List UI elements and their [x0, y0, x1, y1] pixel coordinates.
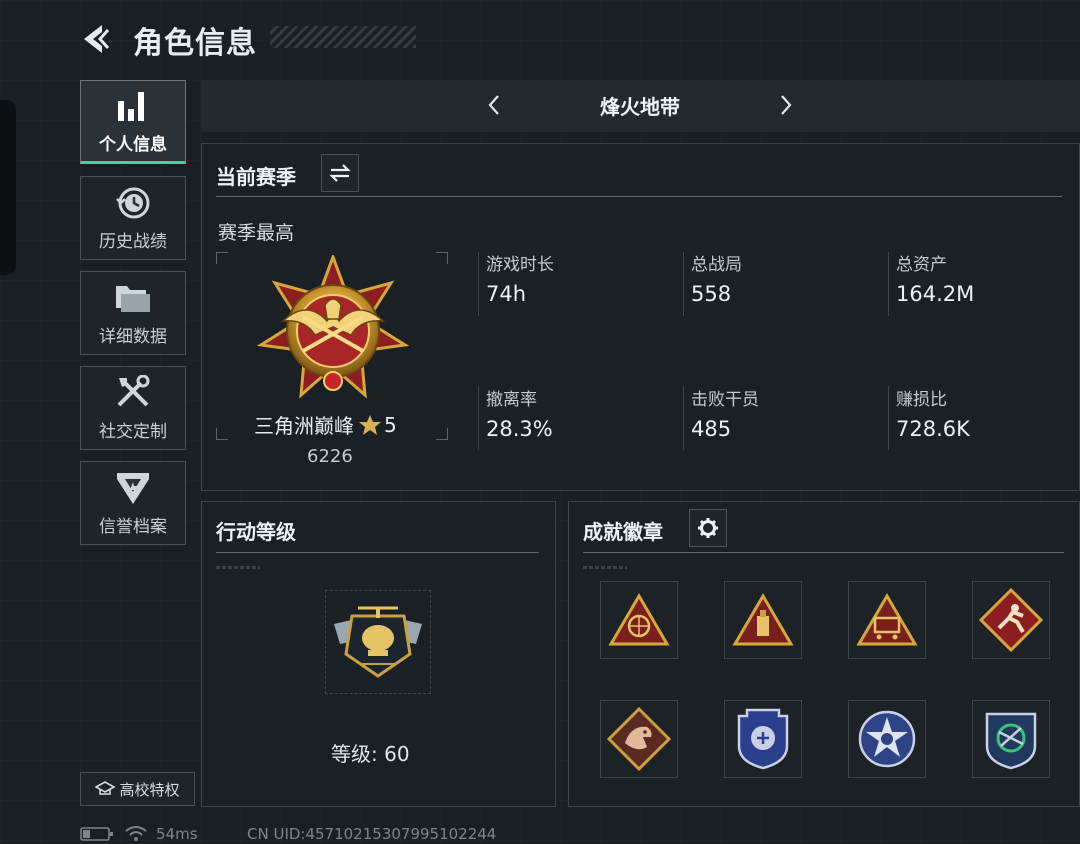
- badge-slot[interactable]: [724, 581, 802, 659]
- school-privilege-button[interactable]: 高校特权: [80, 772, 195, 806]
- back-arrow-icon[interactable]: [78, 22, 112, 56]
- badge-slot[interactable]: [972, 581, 1050, 659]
- circuit-shield-badge-icon: [985, 712, 1037, 770]
- stat-value-profit-ratio: 728.6K: [896, 417, 970, 441]
- battery-icon: [80, 827, 113, 841]
- wifi-icon: [125, 826, 147, 841]
- decoration: [216, 566, 260, 569]
- season-panel-title: 当前赛季: [216, 165, 296, 189]
- sidebar-item-label: 历史战绩: [99, 231, 167, 252]
- stat-divider: [683, 386, 684, 450]
- page-title: 角色信息: [133, 26, 257, 61]
- sidebar-item-label: 社交定制: [99, 421, 167, 442]
- stat-label-kills: 击败干员: [691, 390, 759, 410]
- badge-slot[interactable]: [600, 700, 678, 778]
- season-name: 烽火地带: [600, 95, 680, 119]
- sidebar-item-label: 个人信息: [99, 134, 167, 155]
- chevron-left-icon[interactable]: [484, 90, 504, 120]
- frame-corner: [436, 428, 448, 440]
- rank-stars: 5: [384, 412, 397, 437]
- season-best-label: 赛季最高: [218, 222, 295, 244]
- level-value: 60: [384, 742, 410, 766]
- school-privilege-label: 高校特权: [119, 780, 180, 799]
- stat-label-assets: 总资产: [896, 255, 947, 275]
- device-edge: [0, 100, 16, 275]
- badge-settings-button[interactable]: [689, 509, 727, 547]
- cart-triangle-badge-icon: [856, 593, 918, 646]
- stat-divider: [478, 386, 479, 450]
- user-uid: CN UID:45710215307995102244: [247, 825, 497, 843]
- skull-star-badge-icon: [858, 710, 916, 768]
- star-icon: [359, 414, 381, 435]
- tools-icon: [113, 374, 153, 411]
- ping-value: 54ms: [156, 825, 198, 843]
- stat-divider: [888, 252, 889, 316]
- stat-label-extract-rate: 撤离率: [486, 390, 537, 410]
- divider: [583, 552, 1064, 553]
- rank-name: 三角洲巅峰: [254, 414, 354, 438]
- stat-value-playtime: 74h: [486, 282, 527, 306]
- sidebar-item-credit[interactable]: 信誉档案: [80, 461, 186, 545]
- sidebar-item-history[interactable]: 历史战绩: [80, 176, 186, 260]
- stat-label-profit-ratio: 赚损比: [896, 390, 947, 410]
- rank-medal-emblem: [256, 255, 410, 399]
- history-clock-icon: [113, 185, 153, 221]
- gear-icon: [698, 518, 718, 538]
- runner-diamond-badge-icon: [979, 588, 1043, 652]
- sidebar-item-detail-data[interactable]: 详细数据: [80, 271, 186, 355]
- rank-points: 6226: [307, 446, 353, 467]
- usb-triangle-badge-icon: [732, 593, 794, 646]
- badge-slot[interactable]: [972, 700, 1050, 778]
- badge-slot[interactable]: [600, 581, 678, 659]
- shield-emblem-icon: [113, 470, 153, 506]
- sidebar-item-label: 详细数据: [99, 326, 167, 347]
- rank-title: 三角洲巅峰 5: [254, 410, 397, 439]
- level-label: 等级:: [331, 742, 378, 766]
- frame-corner: [436, 252, 448, 264]
- divider: [216, 552, 539, 553]
- bar-chart-icon: [113, 88, 153, 124]
- helicopter-emblem: [334, 606, 422, 678]
- stat-value-matches: 558: [691, 282, 732, 306]
- stat-value-assets: 164.2M: [896, 282, 975, 306]
- stat-label-playtime: 游戏时长: [486, 255, 554, 275]
- level-display: 等级: 60: [331, 738, 410, 767]
- chevron-right-icon[interactable]: [776, 90, 796, 120]
- frame-corner: [216, 428, 228, 440]
- sidebar-item-personal-info[interactable]: 个人信息: [80, 80, 186, 164]
- level-panel-title: 行动等级: [216, 520, 296, 544]
- badge-slot[interactable]: [848, 700, 926, 778]
- badge-slot[interactable]: [724, 700, 802, 778]
- stat-value-extract-rate: 28.3%: [486, 417, 553, 441]
- badge-slot[interactable]: [848, 581, 926, 659]
- stat-divider: [683, 252, 684, 316]
- stat-label-matches: 总战局: [691, 255, 742, 275]
- graduation-cap-icon: [95, 781, 116, 795]
- dragon-diamond-badge-icon: [607, 707, 671, 771]
- stat-divider: [888, 386, 889, 450]
- divider: [216, 196, 1062, 197]
- swap-arrows-icon: [329, 164, 351, 182]
- sidebar-item-social[interactable]: 社交定制: [80, 366, 186, 450]
- folders-icon: [113, 280, 153, 316]
- police-shield-badge-icon: [737, 708, 789, 770]
- decoration: [583, 566, 627, 569]
- title-decoration: [270, 26, 416, 48]
- frame-corner: [216, 252, 228, 264]
- sidebar-item-label: 信誉档案: [99, 516, 167, 537]
- badges-panel-title: 成就徽章: [583, 520, 663, 544]
- switch-season-button[interactable]: [321, 154, 359, 192]
- stat-value-kills: 485: [691, 417, 732, 441]
- globe-triangle-badge-icon: [608, 593, 670, 646]
- stat-divider: [478, 252, 479, 316]
